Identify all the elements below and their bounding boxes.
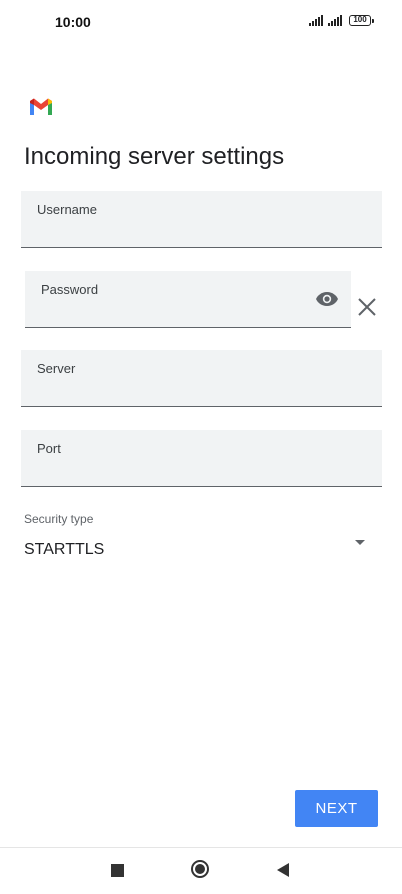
- signal-icon: [328, 15, 342, 26]
- status-bar: 10:00 100: [0, 0, 402, 44]
- home-icon[interactable]: [191, 860, 209, 878]
- security-type-label: Security type: [24, 512, 94, 526]
- page-title: Incoming server settings: [24, 143, 285, 170]
- password-label: Password: [41, 282, 99, 297]
- eye-icon[interactable]: [315, 291, 339, 307]
- recents-icon[interactable]: [111, 864, 124, 877]
- password-field[interactable]: Password: [25, 271, 351, 328]
- security-type-select[interactable]: STARTTLS: [24, 541, 104, 559]
- close-icon[interactable]: [356, 296, 378, 318]
- chevron-down-icon[interactable]: [355, 540, 365, 545]
- next-button[interactable]: NEXT: [295, 790, 378, 827]
- status-time: 10:00: [55, 14, 91, 30]
- server-label: Server: [37, 361, 76, 376]
- signal-icon: [309, 15, 323, 26]
- port-label: Port: [37, 441, 61, 456]
- username-field[interactable]: Username: [21, 191, 382, 248]
- port-field[interactable]: Port: [21, 430, 382, 487]
- navigation-bar: [0, 847, 402, 894]
- server-field[interactable]: Server: [21, 350, 382, 407]
- battery-icon: 100: [349, 15, 374, 26]
- back-icon[interactable]: [277, 863, 289, 877]
- username-label: Username: [37, 202, 97, 217]
- gmail-logo-icon: [30, 98, 52, 115]
